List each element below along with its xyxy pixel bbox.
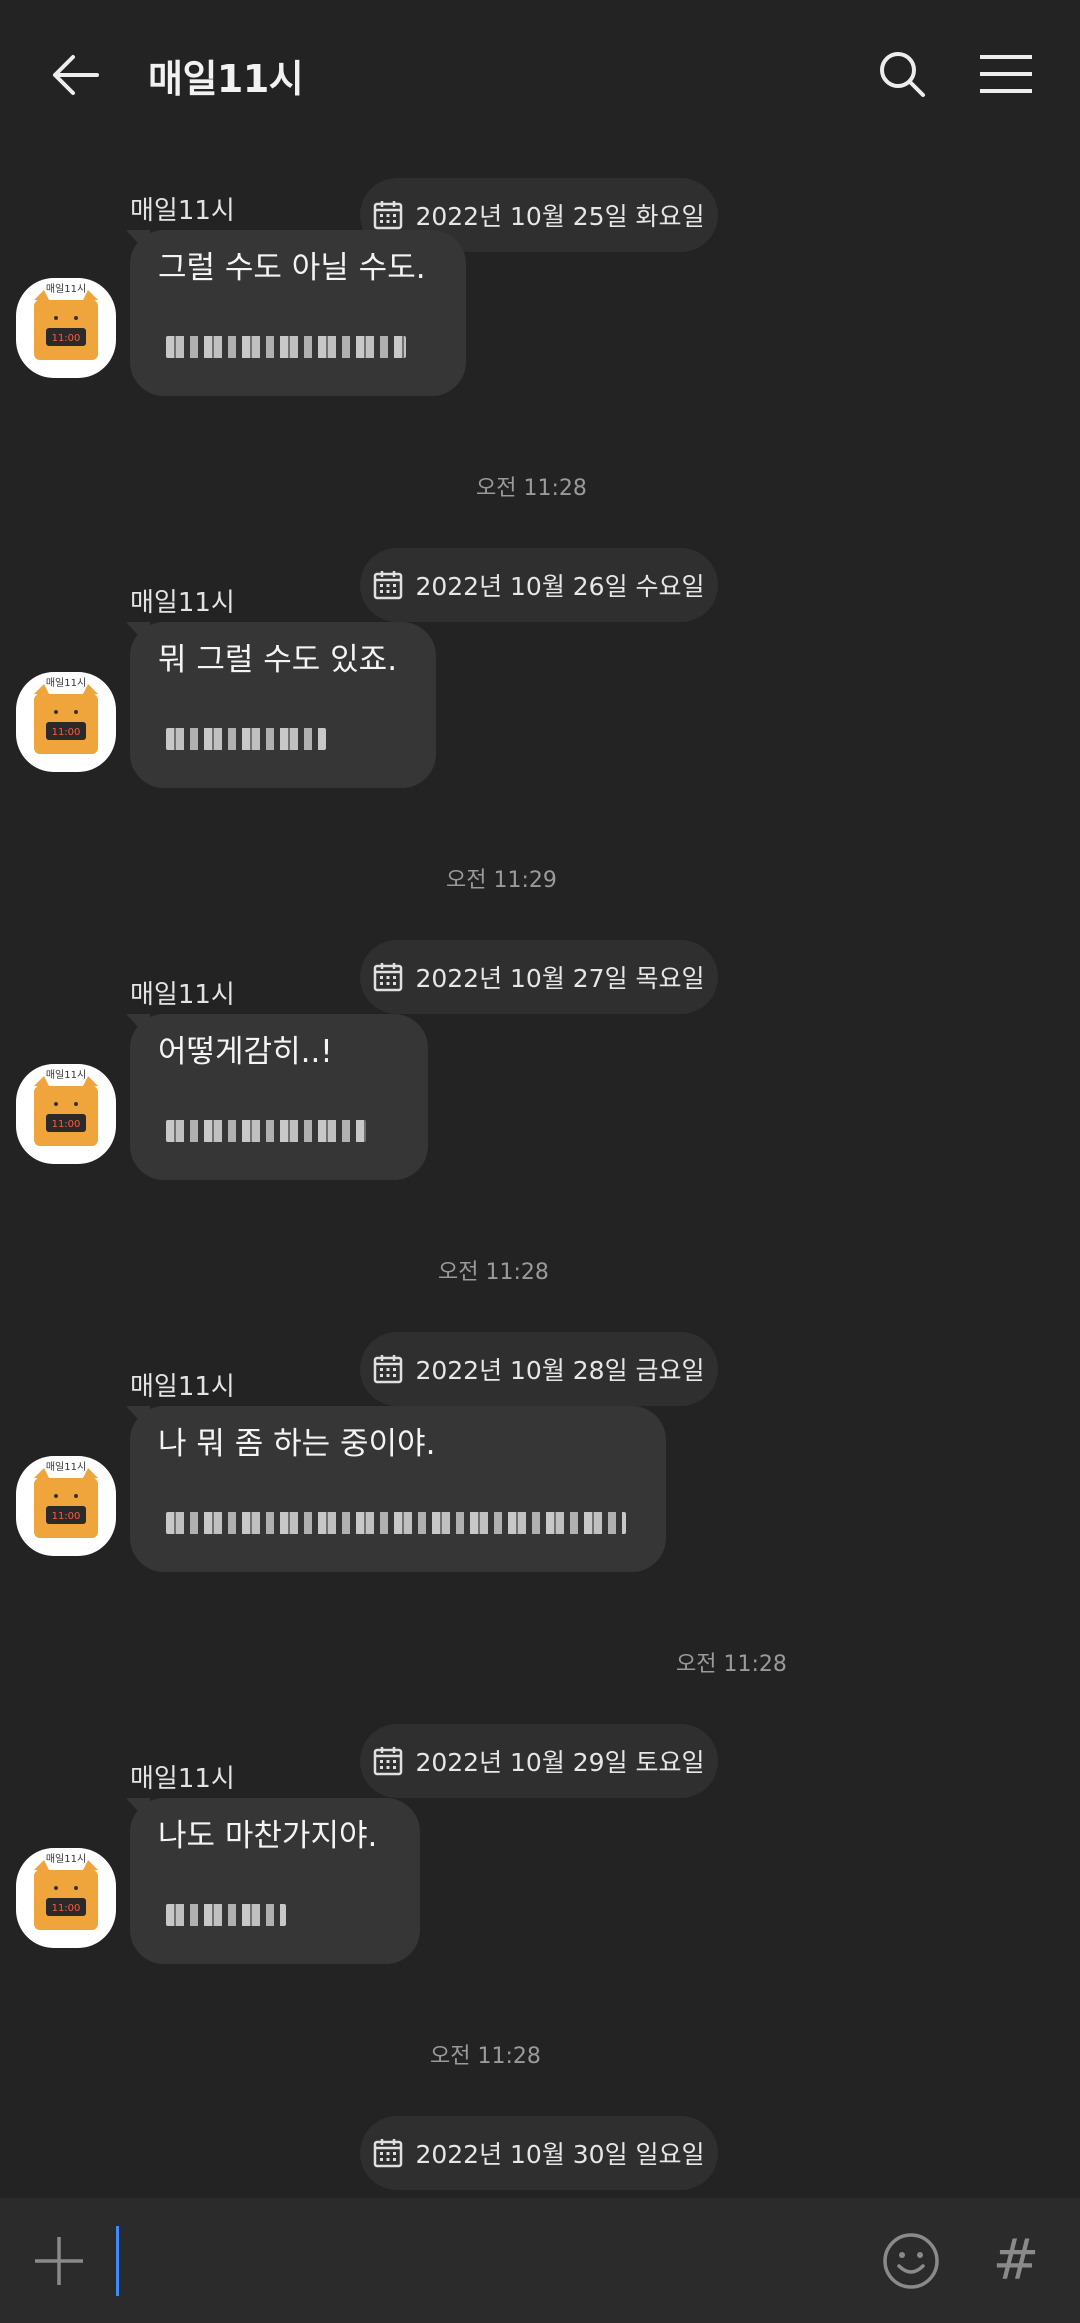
message-pixelated-subtext (166, 1512, 626, 1534)
svg-text:매일11시: 매일11시 (46, 1853, 86, 1865)
sender-name: 매일11시 (130, 1372, 235, 1402)
attach-button[interactable] (30, 2232, 88, 2290)
svg-text:11:00: 11:00 (52, 727, 81, 738)
svg-text:매일11시: 매일11시 (46, 283, 86, 295)
back-button[interactable] (44, 44, 106, 106)
calendar-icon (374, 201, 403, 230)
sender-name: 매일11시 (130, 196, 235, 226)
message-bubble[interactable]: 그럴 수도 아닐 수도. (130, 230, 466, 396)
search-icon (880, 52, 925, 97)
tiger-clock-avatar-icon: 11:00 매일11시 (34, 1069, 98, 1146)
message-time: 오전 11:28 (430, 2044, 541, 2069)
svg-text:매일11시: 매일11시 (46, 1069, 86, 1081)
message-pixelated-subtext (166, 728, 326, 750)
svg-text:매일11시: 매일11시 (46, 677, 86, 689)
message-pixelated-subtext (166, 1120, 366, 1142)
date-label: 2022년 10월 28일 금요일 (415, 1356, 705, 1385)
message-input-bar: # (0, 2198, 1080, 2323)
message-pixelated-subtext (166, 1904, 286, 1926)
message-list[interactable]: 2022년 10월 25일 화요일 11:00 매일11시 매일11시 그럴 수도… (0, 150, 1080, 2198)
calendar-icon (374, 1747, 403, 1776)
avatar[interactable]: 11:00 매일11시 (16, 1848, 116, 1948)
calendar-icon (374, 2139, 403, 2168)
tiger-clock-avatar-icon: 11:00 매일11시 (34, 283, 98, 360)
tiger-clock-avatar-icon: 11:00 매일11시 (34, 1853, 98, 1930)
calendar-icon (374, 963, 403, 992)
message-pixelated-subtext (166, 336, 406, 358)
search-button[interactable] (872, 44, 932, 104)
message-text: 나 뭐 좀 하는 중이야. (158, 1426, 436, 1462)
hashtag-button[interactable]: # (990, 2228, 1042, 2293)
avatar[interactable]: 11:00 매일11시 (16, 1064, 116, 1164)
sender-name: 매일11시 (130, 1764, 235, 1794)
avatar[interactable]: 11:00 매일11시 (16, 278, 116, 378)
sender-name: 매일11시 (130, 588, 235, 618)
message-text: 뭐 그럴 수도 있죠. (158, 642, 398, 678)
date-divider: 2022년 10월 30일 일요일 (360, 2116, 718, 2190)
tiger-clock-avatar-icon: 11:00 매일11시 (34, 1461, 98, 1538)
calendar-icon (374, 571, 403, 600)
message-bubble[interactable]: 어떻게감히..! (130, 1014, 428, 1180)
calendar-icon (374, 1355, 403, 1384)
chat-screen: 매일11시 2022년 10월 25일 화요일 11:00 매일11시 매일11시 (0, 0, 1080, 2323)
svg-text:11:00: 11:00 (52, 1119, 81, 1130)
date-label: 2022년 10월 25일 화요일 (415, 202, 705, 231)
svg-text:매일11시: 매일11시 (46, 1461, 86, 1473)
sender-name: 매일11시 (130, 980, 235, 1010)
date-divider: 2022년 10월 29일 토요일 (360, 1724, 718, 1798)
svg-text:11:00: 11:00 (52, 1511, 81, 1522)
back-arrow-icon (53, 55, 99, 95)
avatar[interactable]: 11:00 매일11시 (16, 1456, 116, 1556)
message-time: 오전 11:28 (676, 1652, 787, 1677)
message-time: 오전 11:28 (438, 1260, 549, 1285)
date-label: 2022년 10월 27일 목요일 (415, 964, 705, 993)
message-text: 나도 마찬가지야. (158, 1818, 378, 1854)
message-input[interactable] (116, 2226, 836, 2296)
header-bar: 매일11시 (0, 0, 1080, 150)
message-time: 오전 11:28 (476, 476, 587, 501)
date-label: 2022년 10월 29일 토요일 (415, 1748, 705, 1777)
date-divider: 2022년 10월 28일 금요일 (360, 1332, 718, 1406)
message-bubble[interactable]: 나 뭐 좀 하는 중이야. (130, 1406, 666, 1572)
message-bubble[interactable]: 뭐 그럴 수도 있죠. (130, 622, 436, 788)
emoji-icon (883, 2233, 939, 2289)
svg-text:11:00: 11:00 (52, 333, 81, 344)
date-divider: 2022년 10월 27일 목요일 (360, 940, 718, 1014)
date-divider: 2022년 10월 26일 수요일 (360, 548, 718, 622)
message-text: 그럴 수도 아닐 수도. (158, 250, 426, 286)
menu-button[interactable] (975, 44, 1037, 104)
emoji-button[interactable] (880, 2230, 942, 2292)
date-label: 2022년 10월 26일 수요일 (415, 572, 705, 601)
plus-icon (35, 2237, 83, 2285)
menu-icon (980, 55, 1032, 93)
message-text: 어떻게감히..! (158, 1034, 333, 1070)
date-label: 2022년 10월 30일 일요일 (415, 2140, 705, 2169)
message-bubble[interactable]: 나도 마찬가지야. (130, 1798, 420, 1964)
message-time: 오전 11:29 (446, 868, 557, 893)
avatar[interactable]: 11:00 매일11시 (16, 672, 116, 772)
tiger-clock-avatar-icon: 11:00 매일11시 (34, 677, 98, 754)
chat-title: 매일11시 (148, 57, 304, 101)
svg-text:11:00: 11:00 (52, 1903, 81, 1914)
